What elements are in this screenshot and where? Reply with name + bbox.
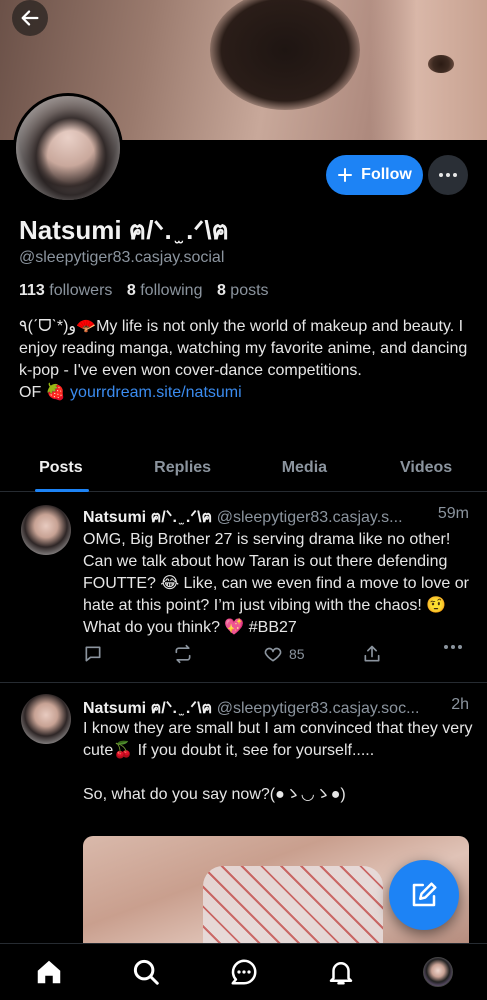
- post-author-name[interactable]: Natsumi ฅ/ᐠ. ̫ .ᐟ\ฅ: [83, 700, 212, 717]
- post-actions: 85: [83, 644, 468, 668]
- tab-media[interactable]: Media: [244, 445, 366, 491]
- nav-notifications[interactable]: [292, 944, 389, 1000]
- post-text: OMG, Big Brother 27 is serving drama lik…: [83, 531, 469, 636]
- post-avatar[interactable]: [21, 505, 71, 555]
- profile-stats: 113 followers 8 following 8 posts: [19, 282, 269, 300]
- bio-text: ٩(ˊᗜˋ*)و🪭My life is not only the world o…: [19, 318, 468, 379]
- profile-display-name: Natsumi ฅ/ᐠ. ̫ .ᐟ\ฅ: [19, 215, 230, 245]
- followers-link[interactable]: 113 followers: [19, 282, 112, 299]
- nav-home[interactable]: [0, 944, 97, 1000]
- profile-bio: ٩(ˊᗜˋ*)و🪭My life is not only the world o…: [19, 316, 469, 404]
- repost-button[interactable]: [173, 644, 193, 664]
- home-icon: [37, 960, 60, 984]
- profile-tabs: Posts Replies Media Videos: [0, 445, 487, 492]
- bell-icon: [329, 962, 353, 985]
- plus-icon: [338, 168, 353, 182]
- back-button[interactable]: [12, 0, 48, 36]
- nav-search[interactable]: [97, 944, 194, 1000]
- post-avatar[interactable]: [21, 694, 71, 744]
- share-button[interactable]: [362, 644, 382, 664]
- like-button[interactable]: 85: [263, 644, 305, 664]
- profile-avatar: [423, 957, 454, 987]
- ellipsis-icon: [439, 173, 457, 177]
- post-divider: [0, 682, 487, 683]
- chat-icon: [231, 959, 256, 985]
- tab-posts[interactable]: Posts: [0, 445, 122, 492]
- follow-label: Follow: [361, 166, 412, 183]
- tab-videos[interactable]: Videos: [365, 445, 487, 491]
- reply-button[interactable]: [83, 644, 103, 664]
- like-count: 85: [289, 646, 305, 662]
- post-timestamp: 59m: [433, 505, 469, 523]
- nav-profile[interactable]: [390, 944, 487, 1000]
- post-text: I know they are small but I am convinced…: [83, 720, 473, 803]
- heart-icon: [264, 647, 282, 662]
- post-timestamp: 2h: [447, 696, 469, 714]
- profile-avatar[interactable]: [13, 93, 123, 203]
- compose-button[interactable]: [389, 860, 459, 930]
- post-author-handle: @sleepytiger83.casjay.s...: [216, 509, 403, 526]
- more-options-button[interactable]: [428, 155, 468, 195]
- speech-bubble-icon: [85, 646, 101, 662]
- ellipsis-icon: [444, 645, 462, 649]
- posts-count: 8 posts: [216, 282, 269, 299]
- follow-button[interactable]: Follow: [326, 155, 423, 195]
- profile-handle: @sleepytiger83.casjay.social: [19, 249, 225, 266]
- tab-replies[interactable]: Replies: [122, 445, 244, 491]
- share-icon: [364, 645, 380, 662]
- following-link[interactable]: 8 following: [127, 282, 203, 299]
- bio-link[interactable]: yourrdream.site/natsumi: [70, 384, 242, 401]
- repost-icon: [175, 644, 191, 664]
- post-author-name[interactable]: Natsumi ฅ/ᐠ. ̫ .ᐟ\ฅ: [83, 509, 212, 526]
- arrow-left-icon: [21, 10, 39, 26]
- bottom-navigation: [0, 943, 487, 1000]
- nav-chat[interactable]: [195, 944, 292, 1000]
- post-author-handle: @sleepytiger83.casjay.soc...: [216, 700, 420, 717]
- bio-prefix: OF 🍓: [19, 384, 66, 401]
- post-header: Natsumi ฅ/ᐠ. ̫ .ᐟ\ฅ @sleepytiger83.casja…: [83, 505, 473, 530]
- pencil-icon: [412, 882, 437, 907]
- search-icon: [133, 959, 159, 985]
- post-more-button[interactable]: [443, 644, 463, 650]
